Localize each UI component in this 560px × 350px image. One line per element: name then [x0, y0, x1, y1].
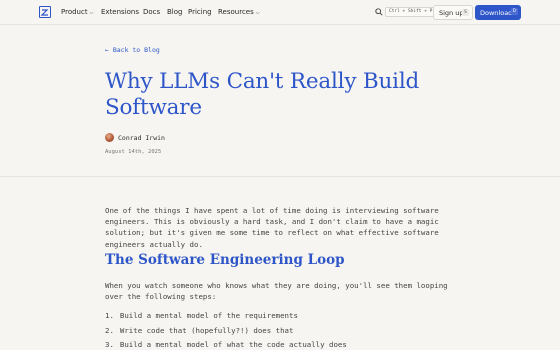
- avatar: [105, 133, 114, 142]
- signup-shortcut: S: [462, 9, 469, 16]
- top-nav: Product ⌵ Extensions Docs Blog Pricing Re…: [0, 0, 560, 25]
- page-title: Why LLMs Can't Really Build Software: [105, 69, 420, 120]
- nav-blog[interactable]: Blog: [167, 8, 182, 16]
- search-icon[interactable]: [375, 8, 383, 16]
- nav-resources[interactable]: Resources ⌵: [218, 8, 260, 16]
- nav-pricing[interactable]: Pricing: [188, 8, 212, 16]
- download-button[interactable]: Download D: [475, 5, 521, 20]
- back-to-blog-link[interactable]: ← Back to Blog: [105, 46, 160, 54]
- chevron-down-icon: ⌵: [255, 10, 260, 16]
- nav-product[interactable]: Product ⌵: [61, 8, 93, 16]
- list-item: 3. Build a mental model of what the code …: [105, 340, 347, 349]
- list-item: 1. Build a mental model of the requiremen…: [105, 311, 298, 320]
- chevron-down-icon: ⌵: [89, 10, 94, 16]
- download-shortcut: D: [511, 8, 518, 15]
- logo-icon[interactable]: [39, 6, 51, 18]
- section-paragraph: When you watch someone who knows what th…: [105, 281, 448, 302]
- steps-list: 1. Build a mental model of the requiremen…: [105, 309, 347, 350]
- intro-paragraph: One of the things I have spent a lot of …: [105, 206, 439, 249]
- signup-button[interactable]: Sign up S: [433, 5, 473, 20]
- list-item: 2. Write code that (hopefully?!) does tha…: [105, 325, 294, 335]
- publish-date: August 14th, 2025: [105, 149, 162, 155]
- nav-docs[interactable]: Docs: [143, 8, 160, 16]
- nav-extensions[interactable]: Extensions: [101, 8, 139, 16]
- author-name[interactable]: Conrad Irwin: [118, 134, 165, 142]
- search-shortcut[interactable]: Ctrl + Shift + P: [385, 7, 437, 17]
- section-heading: The Software Engineering Loop: [105, 252, 345, 268]
